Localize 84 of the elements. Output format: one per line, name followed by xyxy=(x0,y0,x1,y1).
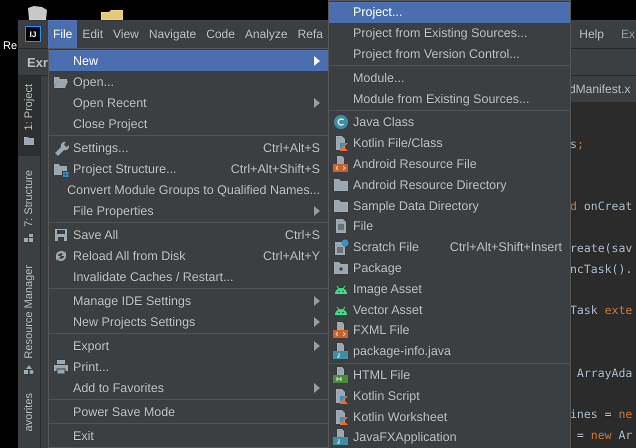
menu-item[interactable]: Scratch File Ctrl+Alt+Shift+Insert xyxy=(329,236,570,258)
menu-bar-item[interactable]: Edit xyxy=(77,20,108,48)
menu-item[interactable]: Module from Existing Sources... xyxy=(329,88,570,109)
menu-item[interactable]: Convert Module Groups to Qualified Names... xyxy=(49,179,328,200)
menu-item[interactable]: Project from Version Control... xyxy=(329,44,570,64)
kotlin-file-icon xyxy=(333,388,349,404)
file-icon xyxy=(333,218,349,234)
menu-item[interactable]: Android Resource Directory xyxy=(329,174,570,196)
menu-item[interactable]: Kotlin Script xyxy=(329,385,570,406)
tool-window-tab[interactable]: 7: Structure xyxy=(18,162,40,254)
menu-item[interactable]: Project Structure... Ctrl+Alt+Shift+S xyxy=(49,158,328,179)
java-file-icon xyxy=(333,429,349,446)
menu-item[interactable]: Open Recent xyxy=(49,92,328,113)
wrench-icon xyxy=(53,140,69,156)
code-line: s; xyxy=(569,136,585,153)
menu-item[interactable]: Settings... Ctrl+Alt+S xyxy=(49,137,328,158)
menu-item[interactable]: Project from Existing Sources... xyxy=(329,22,570,44)
menu-item[interactable]: File Properties xyxy=(49,200,328,221)
menu-item[interactable]: FXML File xyxy=(329,320,570,341)
menu-item[interactable]: Project... xyxy=(329,2,570,23)
menu-item[interactable]: JavaFXApplication xyxy=(329,426,570,448)
code-line: reate(sav xyxy=(569,240,634,257)
structure-icon xyxy=(24,233,34,244)
menu-bar-item[interactable]: File xyxy=(48,20,78,48)
code-line: ncTask(). xyxy=(569,260,634,278)
menu-item[interactable]: Package xyxy=(329,258,570,278)
tool-window-tab[interactable]: Resource Manager xyxy=(18,257,40,385)
kotlin-file-icon xyxy=(333,408,349,425)
shapes-icon xyxy=(24,364,34,375)
menu-item[interactable]: Print... xyxy=(49,356,328,377)
tool-window-tab[interactable]: 1: Project xyxy=(18,76,40,156)
menu-item[interactable]: Sample Data Directory xyxy=(329,195,570,216)
menu-item[interactable]: New Projects Settings xyxy=(49,311,328,332)
menu-item[interactable]: Add to Favorites xyxy=(49,377,328,398)
project-breadcrumb[interactable]: Exr xyxy=(27,54,48,70)
menu-item[interactable]: Manage IDE Settings xyxy=(49,290,328,311)
menu-item[interactable]: Export xyxy=(49,335,328,356)
folder-icon xyxy=(333,198,349,214)
menu-item[interactable]: New xyxy=(49,50,328,71)
menu-item[interactable]: Kotlin Worksheet xyxy=(329,406,570,427)
menu-item[interactable]: Close Project xyxy=(49,113,328,134)
menu-bar-item[interactable]: Help xyxy=(574,20,609,48)
menu-bar-item[interactable]: View xyxy=(108,20,144,48)
scratch-file-icon xyxy=(333,239,349,256)
menu-item[interactable]: Module... xyxy=(329,67,570,88)
window-title: Ex xyxy=(620,27,635,41)
menu-item[interactable]: Invalidate Caches / Restart... xyxy=(49,266,328,287)
menu-item[interactable]: File xyxy=(329,216,570,237)
folder-icon xyxy=(24,136,34,146)
desktop-icon-label: Re xyxy=(3,40,18,52)
package-icon xyxy=(333,260,349,276)
folder-icon xyxy=(333,176,349,193)
kotlin-file-icon xyxy=(333,135,349,152)
menu-item[interactable]: Image Asset xyxy=(329,278,570,300)
resource-file-icon xyxy=(333,156,349,172)
menu-item[interactable]: package-info.java xyxy=(329,340,570,362)
menu-item[interactable]: Reload All from Disk Ctrl+Alt+Y xyxy=(49,245,328,266)
app-logo: IJ xyxy=(25,26,41,42)
code-line: ArrayAda xyxy=(576,364,634,382)
code-line: = new Ar xyxy=(576,427,634,444)
menu-item[interactable]: Java Class xyxy=(329,112,570,133)
editor-tab[interactable]: dManifest.x xyxy=(569,82,630,96)
resource-file-icon xyxy=(333,322,349,338)
html-file-icon xyxy=(333,366,349,383)
menu-bar-item[interactable]: Navigate xyxy=(144,20,202,48)
code-line: Task exte xyxy=(569,302,634,320)
menu-item[interactable]: Exit xyxy=(49,425,328,446)
code-line: ines = ne xyxy=(569,406,634,424)
menu-item[interactable]: Save All Ctrl+S xyxy=(49,224,328,245)
tool-window-tab[interactable]: avorites xyxy=(18,384,40,442)
menu-bar-item[interactable]: Code xyxy=(201,20,240,48)
menu-bar-item[interactable]: Analyze xyxy=(240,20,293,48)
menu-item[interactable]: Power Save Mode xyxy=(49,401,328,422)
save-icon xyxy=(53,226,69,242)
menu-item[interactable]: Open... xyxy=(49,71,328,92)
class-icon xyxy=(333,114,349,130)
printer-icon xyxy=(53,358,69,374)
menu-item[interactable]: Vector Asset xyxy=(329,299,570,320)
menu-item[interactable]: Android Resource File xyxy=(329,154,570,174)
java-file-icon xyxy=(333,343,349,360)
menu-item[interactable]: Kotlin File/Class xyxy=(329,132,570,154)
menu-bar-item[interactable]: Refa xyxy=(292,20,328,48)
menu-item[interactable]: HTML File xyxy=(329,364,570,386)
code-line: d onCreat xyxy=(569,198,634,216)
